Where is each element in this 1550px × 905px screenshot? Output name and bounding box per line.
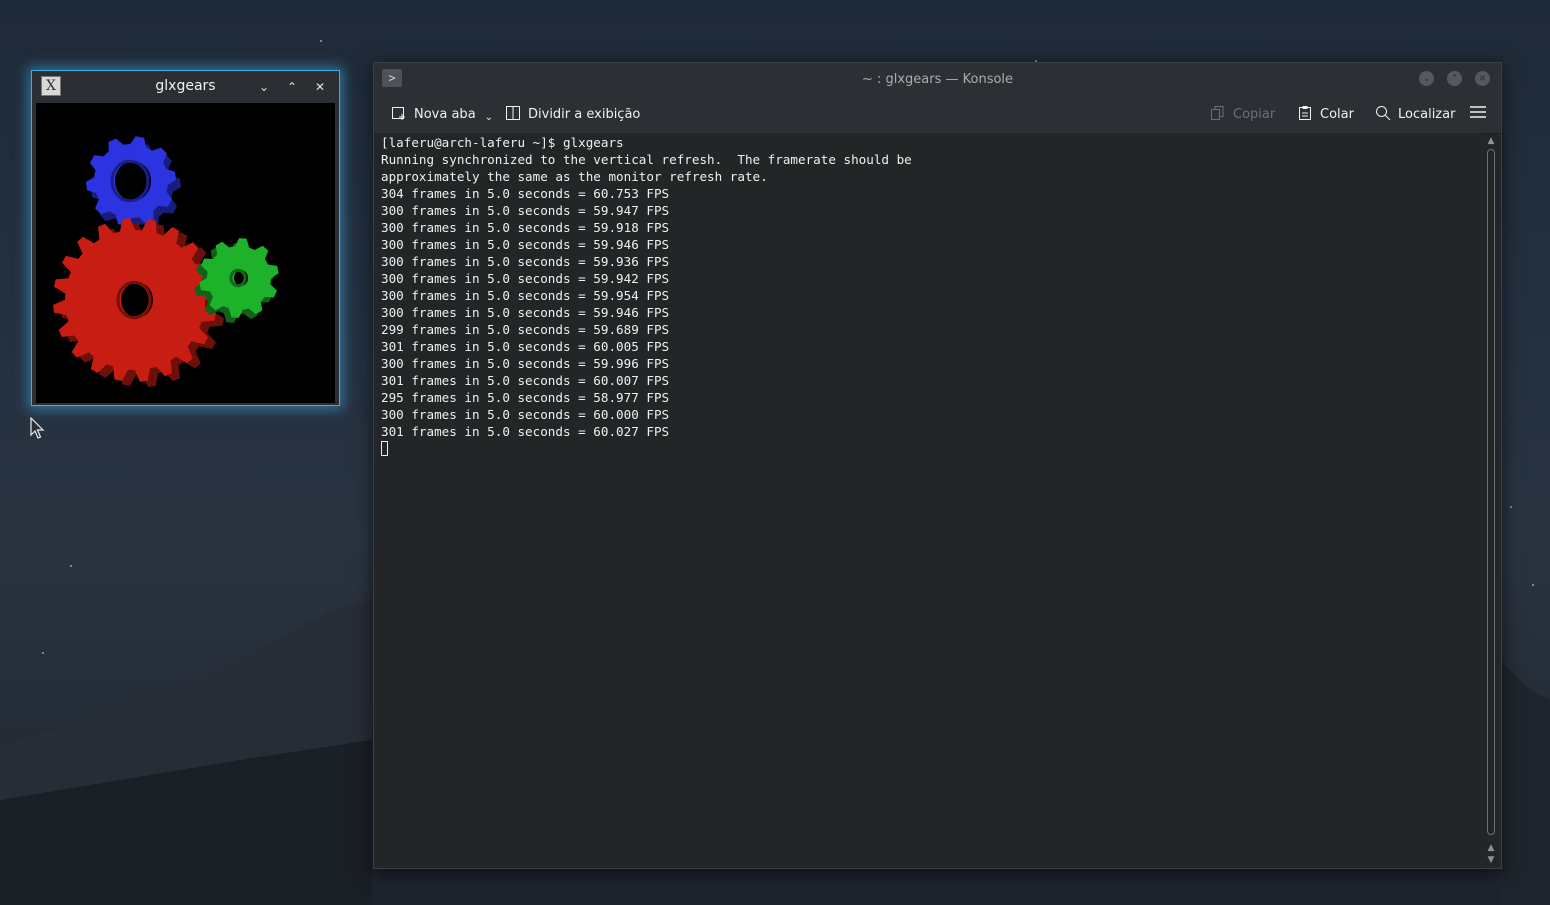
terminal-line: 300 frames in 5.0 seconds = 59.918 FPS bbox=[381, 220, 670, 235]
green-gear bbox=[194, 238, 279, 323]
terminal-line: approximately the same as the monitor re… bbox=[381, 169, 768, 184]
terminal-line: 300 frames in 5.0 seconds = 59.954 FPS bbox=[381, 288, 670, 303]
copy-icon bbox=[1210, 105, 1226, 124]
terminal-line: 301 frames in 5.0 seconds = 60.007 FPS bbox=[381, 373, 670, 388]
split-view-button[interactable]: Dividir a exibição bbox=[505, 105, 640, 124]
terminal-cursor bbox=[381, 440, 1482, 457]
terminal-line: Running synchronized to the vertical ref… bbox=[381, 152, 912, 167]
glxgears-titlebar[interactable]: X glxgears ⌄ ⌃ ✕ bbox=[32, 71, 339, 103]
scroll-up-small-icon[interactable]: ▲ bbox=[1485, 842, 1497, 854]
paste-label: Colar bbox=[1320, 107, 1354, 122]
terminal-line: 300 frames in 5.0 seconds = 59.996 FPS bbox=[381, 356, 670, 371]
close-icon[interactable]: ✕ bbox=[312, 79, 328, 95]
red-gear bbox=[53, 218, 225, 387]
find-label: Localizar bbox=[1398, 107, 1456, 122]
terminal-line: 300 frames in 5.0 seconds = 59.936 FPS bbox=[381, 254, 670, 269]
new-tab-icon bbox=[391, 105, 407, 124]
terminal-line: 299 frames in 5.0 seconds = 59.689 FPS bbox=[381, 322, 670, 337]
hamburger-menu-icon bbox=[1470, 105, 1486, 122]
chevron-down-icon[interactable]: ⌄ bbox=[485, 112, 493, 123]
split-view-label: Dividir a exibição bbox=[528, 107, 641, 122]
new-tab-label: Nova aba bbox=[414, 107, 476, 122]
new-tab-button[interactable]: Nova aba ⌄ bbox=[391, 105, 493, 124]
terminal-line: 301 frames in 5.0 seconds = 60.027 FPS bbox=[381, 424, 670, 439]
konsole-titlebar[interactable]: > ~ : glxgears — Konsole ⌄ ⌃ ✕ bbox=[374, 63, 1501, 95]
konsole-toolbar: Nova aba ⌄ Dividir a exibição Copiar Col… bbox=[374, 95, 1501, 134]
search-icon bbox=[1375, 105, 1391, 124]
minimize-icon[interactable]: ⌄ bbox=[256, 79, 272, 95]
maximize-icon[interactable]: ⌃ bbox=[1447, 71, 1462, 86]
blue-gear bbox=[86, 136, 181, 233]
terminal-line: 304 frames in 5.0 seconds = 60.753 FPS bbox=[381, 186, 670, 201]
terminal-line: 301 frames in 5.0 seconds = 60.005 FPS bbox=[381, 339, 670, 354]
scrollbar-thumb[interactable] bbox=[1487, 149, 1495, 835]
close-icon[interactable]: ✕ bbox=[1475, 71, 1490, 86]
konsole-window[interactable]: > ~ : glxgears — Konsole ⌄ ⌃ ✕ Nova aba … bbox=[373, 62, 1502, 869]
gears-graphic bbox=[53, 136, 279, 387]
terminal-line: 300 frames in 5.0 seconds = 59.947 FPS bbox=[381, 203, 670, 218]
glxgears-render-canvas[interactable] bbox=[36, 103, 335, 403]
find-button[interactable]: Localizar bbox=[1375, 105, 1455, 124]
terminal-line: 295 frames in 5.0 seconds = 58.977 FPS bbox=[381, 390, 670, 405]
mouse-pointer-icon bbox=[30, 417, 45, 439]
terminal-line: 300 frames in 5.0 seconds = 60.000 FPS bbox=[381, 407, 670, 422]
paste-button[interactable]: Colar bbox=[1297, 105, 1354, 124]
terminal-output[interactable]: [laferu@arch-laferu ~]$ glxgears Running … bbox=[374, 133, 1482, 868]
konsole-title: ~ : glxgears — Konsole bbox=[861, 72, 1014, 87]
minimize-icon[interactable]: ⌄ bbox=[1419, 71, 1434, 86]
maximize-icon[interactable]: ⌃ bbox=[284, 79, 300, 95]
terminal-line: 300 frames in 5.0 seconds = 59.946 FPS bbox=[381, 305, 670, 320]
copy-label: Copiar bbox=[1233, 107, 1276, 122]
terminal-line: 300 frames in 5.0 seconds = 59.942 FPS bbox=[381, 271, 670, 286]
scroll-up-icon[interactable]: ▲ bbox=[1485, 135, 1497, 147]
paste-icon bbox=[1297, 105, 1313, 124]
terminal-scrollbar[interactable]: ▲ ▲ ▼ bbox=[1485, 135, 1497, 866]
glxgears-window[interactable]: X glxgears ⌄ ⌃ ✕ bbox=[31, 70, 340, 406]
copy-button[interactable]: Copiar bbox=[1210, 105, 1275, 124]
hamburger-menu-button[interactable] bbox=[1470, 105, 1486, 122]
terminal-line: 300 frames in 5.0 seconds = 59.946 FPS bbox=[381, 237, 670, 252]
scroll-down-icon[interactable]: ▼ bbox=[1485, 854, 1497, 866]
terminal-line: [laferu@arch-laferu ~]$ glxgears bbox=[381, 135, 624, 150]
split-view-icon bbox=[505, 105, 521, 124]
